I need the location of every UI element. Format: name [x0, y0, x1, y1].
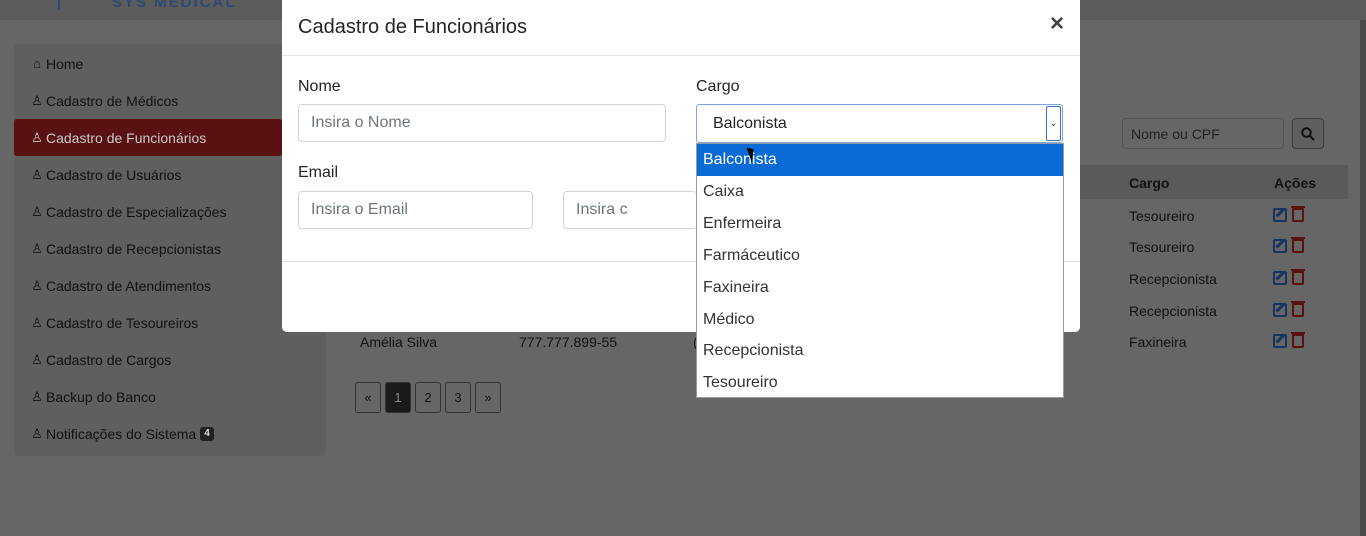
scrollbar[interactable] — [1360, 20, 1366, 536]
user-icon: ♙ — [31, 240, 43, 256]
sidebar-item-usuarios[interactable]: ♙ Cadastro de Usuários — [14, 156, 282, 193]
cargo-label: Cargo — [696, 78, 740, 95]
notification-count-badge: 4 — [200, 426, 214, 441]
sidebar-item-label: Cadastro de Atendimentos — [46, 277, 211, 294]
brand-name[interactable]: SYS MEDICAL — [112, 0, 237, 11]
column-header-acoes: Ações — [1274, 175, 1317, 191]
table-cell-cargo: Tesoureiro — [1129, 239, 1195, 255]
table-cell-nome: Amélia Silva — [360, 334, 438, 350]
edit-icon[interactable] — [1273, 208, 1287, 222]
search-icon — [1301, 126, 1315, 141]
user-icon: ♙ — [31, 129, 43, 145]
trash-icon[interactable] — [1291, 332, 1305, 348]
sidebar-item-notificacoes[interactable]: ♙ Notificações do Sistema 4 — [14, 415, 282, 452]
page-button-1[interactable]: 1 — [385, 382, 411, 413]
page-next-button[interactable]: » — [475, 382, 501, 413]
sidebar-item-backup[interactable]: ♙ Backup do Banco — [14, 378, 282, 415]
user-icon: ♙ — [31, 425, 43, 441]
edit-icon[interactable] — [1273, 239, 1287, 253]
sidebar-item-label: Home — [46, 55, 84, 72]
cargo-option[interactable]: Médico — [697, 304, 1063, 336]
cargo-select[interactable]: Balconista ⌄ — [696, 104, 1063, 143]
sidebar-item-label: Cadastro de Especializações — [46, 203, 227, 220]
trash-icon[interactable] — [1291, 301, 1305, 317]
row-actions — [1273, 237, 1313, 253]
chevron-down-icon[interactable]: ⌄ — [1046, 106, 1061, 141]
sidebar-item-tesoureiros[interactable]: ♙ Cadastro de Tesoureiros — [14, 304, 282, 341]
cargo-dropdown: Balconista Caixa Enfermeira Farmáceutico… — [696, 143, 1064, 398]
row-actions — [1273, 206, 1313, 222]
cargo-option[interactable]: Tesoureiro — [697, 367, 1063, 399]
nome-label: Nome — [298, 78, 341, 95]
pagination: « 1 2 3 » — [355, 382, 501, 413]
table-cell-cpf: 777.777.899-55 — [519, 334, 618, 350]
trash-icon[interactable] — [1291, 206, 1305, 222]
logo-mark — [58, 0, 60, 10]
user-icon: ♙ — [31, 314, 43, 330]
sidebar-item-label: Cadastro de Médicos — [46, 92, 179, 109]
cargo-option[interactable]: Recepcionista — [697, 335, 1063, 367]
sidebar-item-label: Backup do Banco — [46, 388, 156, 405]
partial-input[interactable]: Insira c — [563, 191, 697, 229]
sidebar-item-home[interactable]: ⌂ Home — [14, 45, 282, 82]
cargo-select-value: Balconista — [713, 114, 787, 132]
table-cell-cargo: Recepcionista — [1129, 271, 1217, 287]
sidebar: ⌂ Home ♙ Cadastro de Médicos ♙ Cadastro … — [14, 44, 326, 456]
page-button-2[interactable]: 2 — [415, 382, 441, 413]
cargo-option[interactable]: Enfermeira — [697, 208, 1063, 240]
edit-icon[interactable] — [1273, 303, 1287, 317]
trash-icon[interactable] — [1291, 269, 1305, 285]
modal-title: Cadastro de Funcionários — [298, 16, 528, 38]
home-icon: ⌂ — [33, 56, 41, 71]
cargo-option[interactable]: Faxineira — [697, 272, 1063, 304]
sidebar-item-label: Cadastro de Recepcionistas — [46, 240, 222, 257]
edit-icon[interactable] — [1273, 334, 1287, 348]
user-md-icon: ♙ — [31, 92, 43, 108]
user-icon: ♙ — [31, 351, 43, 367]
user-icon: ♙ — [31, 277, 43, 293]
user-icon: ♙ — [31, 203, 43, 219]
row-actions — [1273, 269, 1313, 285]
user-icon: ♙ — [31, 388, 43, 404]
search-button[interactable] — [1292, 118, 1324, 149]
sidebar-item-label: Cadastro de Funcionários — [46, 129, 207, 146]
sidebar-item-atendimentos[interactable]: ♙ Cadastro de Atendimentos — [14, 267, 282, 304]
sidebar-item-label: Cadastro de Usuários — [46, 166, 182, 183]
nome-input[interactable]: Insira o Nome — [298, 104, 666, 142]
column-header-cargo: Cargo — [1129, 175, 1170, 191]
sidebar-item-especializacoes[interactable]: ♙ Cadastro de Especializações — [14, 193, 282, 230]
trash-icon[interactable] — [1291, 237, 1305, 253]
sidebar-item-cargos[interactable]: ♙ Cadastro de Cargos — [14, 341, 282, 378]
page-prev-button[interactable]: « — [355, 382, 381, 413]
page-button-3[interactable]: 3 — [445, 382, 471, 413]
email-input[interactable]: Insira o Email — [298, 191, 533, 229]
table-cell-cargo: Faxineira — [1129, 334, 1187, 350]
row-actions — [1273, 332, 1313, 348]
email-label: Email — [298, 164, 339, 181]
sidebar-item-label: Cadastro de Cargos — [46, 351, 172, 368]
modal-header: Cadastro de Funcionários × — [282, 0, 1080, 56]
sidebar-item-recepcionistas[interactable]: ♙ Cadastro de Recepcionistas — [14, 230, 282, 267]
sidebar-item-label: Notificações do Sistema — [46, 425, 197, 442]
close-icon[interactable]: × — [1050, 12, 1064, 36]
edit-icon[interactable] — [1273, 271, 1287, 285]
user-icon: ♙ — [31, 166, 43, 182]
sidebar-item-medicos[interactable]: ♙ Cadastro de Médicos — [14, 82, 282, 119]
table-cell-cargo: Tesoureiro — [1129, 208, 1195, 224]
row-actions — [1273, 301, 1313, 317]
search-input[interactable]: Nome ou CPF — [1122, 118, 1284, 149]
sidebar-item-label: Cadastro de Tesoureiros — [46, 314, 199, 331]
cargo-option[interactable]: Caixa — [697, 176, 1063, 208]
sidebar-item-funcionarios[interactable]: ♙ Cadastro de Funcionários — [14, 119, 282, 156]
table-cell-cargo: Recepcionista — [1129, 303, 1217, 319]
cargo-option[interactable]: Farmáceutico — [697, 240, 1063, 272]
